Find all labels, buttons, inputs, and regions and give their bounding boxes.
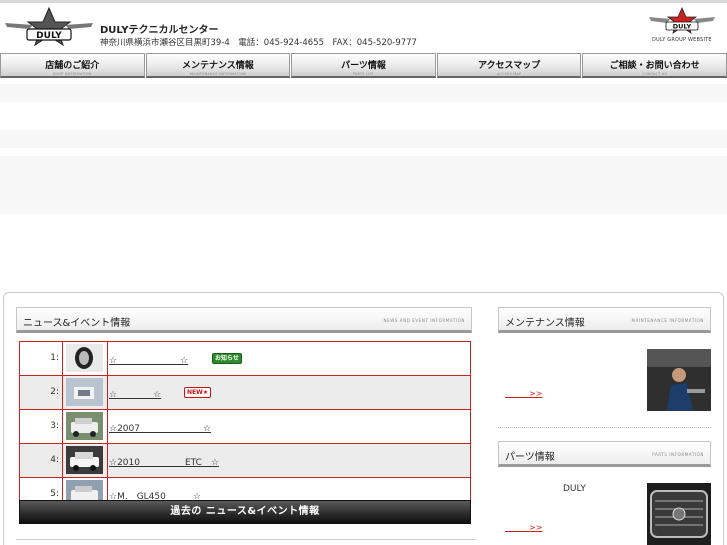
num-cell: 4: xyxy=(20,444,63,478)
maintenance-header: メンテナンス情報 MAINTENANCE INFORMATION xyxy=(498,307,711,333)
parts-thumbnail[interactable] xyxy=(66,378,103,406)
nav-label: メンテナンス情報 xyxy=(181,61,254,71)
nav-sub: SHOP INFORMATION xyxy=(53,72,92,76)
row-number: 5: xyxy=(50,489,59,499)
nav-shop-info[interactable]: 店舗のご紹介 SHOP INFORMATION xyxy=(0,53,145,78)
info-badge: お知らせ xyxy=(212,353,242,364)
row-number: 4: xyxy=(50,455,59,465)
nav-sub: CONTACT US xyxy=(642,72,667,76)
thumb-cell xyxy=(63,478,108,501)
thumb-cell xyxy=(63,342,108,376)
past-news-button[interactable]: 過去の ニュース&イベント情報 xyxy=(19,500,471,524)
parts-subtitle: PARTS INFORMATION xyxy=(652,452,704,457)
nav-maintenance[interactable]: メンテナンス情報 MAINTENANCE INFORMATION xyxy=(145,53,291,78)
page: DULY DULYテクニカルセンター 神奈川県横浜市瀬谷区目黒町39-4 電話：… xyxy=(0,0,727,545)
site-name: DULYテクニカルセンター xyxy=(100,25,219,36)
parts-more-link[interactable]: >> xyxy=(505,522,542,533)
nav-sub: PARTS LIST xyxy=(352,72,375,76)
thumb-cell xyxy=(63,410,108,444)
nav-contact[interactable]: ご相談・お問い合わせ CONTACT US xyxy=(582,53,727,78)
wheel-thumbnail[interactable] xyxy=(66,344,103,372)
row-number: 2: xyxy=(50,387,59,397)
news-row[interactable]: 4: ☆2010 ETC ☆ xyxy=(20,444,470,478)
row-number: 3: xyxy=(50,421,59,431)
news-row[interactable]: 1: ☆ ☆ お知らせ xyxy=(20,342,470,376)
divider xyxy=(16,539,476,540)
car-thumbnail[interactable] xyxy=(66,412,103,440)
parts-title: パーツ情報 xyxy=(505,452,555,463)
banner-band xyxy=(0,130,727,148)
news-link[interactable]: ☆ ☆ xyxy=(109,353,188,366)
duly-group-logo[interactable]: DULY xyxy=(648,7,716,35)
nav-parts[interactable]: パーツ情報 PARTS LIST xyxy=(291,53,436,78)
banner-band xyxy=(0,156,727,214)
main-nav: 店舗のご紹介 SHOP INFORMATION メンテナンス情報 MAINTEN… xyxy=(0,53,727,78)
news-subtitle: NEWS AND EVENT INFORMATION xyxy=(383,318,465,323)
num-cell: 1: xyxy=(20,342,63,376)
maintenance-subtitle: MAINTENANCE INFORMATION xyxy=(631,318,704,323)
nav-label: 店舗のご紹介 xyxy=(45,61,100,71)
logo-text: DULY xyxy=(36,31,62,41)
top-divider xyxy=(0,0,727,3)
parts-header: パーツ情報 PARTS INFORMATION xyxy=(498,441,711,467)
news-row[interactable]: 3: ☆2007 ☆ xyxy=(20,410,470,444)
group-site-label[interactable]: DULY GROUP WEBSITE xyxy=(652,37,712,43)
row-number: 1: xyxy=(50,353,59,363)
nav-access-map[interactable]: アクセスマップ ACCESS MAP xyxy=(436,53,582,78)
news-row[interactable]: 5: ☆M. GL450 ☆ xyxy=(20,478,470,501)
news-title: ニュース&イベント情報 xyxy=(23,318,131,329)
nav-label: ご相談・お問い合わせ xyxy=(609,61,700,71)
thumb-cell xyxy=(63,444,108,478)
parts-photo[interactable] xyxy=(647,483,711,545)
group-logo-text: DULY xyxy=(673,23,692,31)
new-badge: NEW★ xyxy=(184,387,212,398)
maintenance-photo[interactable] xyxy=(647,349,711,411)
news-header: ニュース&イベント情報 NEWS AND EVENT INFORMATION xyxy=(16,307,472,333)
news-row[interactable]: 2: ☆ ☆ NEW★ xyxy=(20,376,470,410)
news-list: 1: ☆ ☆ お知らせ 2: ☆ ☆ NEW★ 3: ☆2007 ☆ 4: ☆2… xyxy=(19,341,471,501)
nav-label: アクセスマップ xyxy=(477,61,541,71)
num-cell: 5: xyxy=(20,478,63,500)
news-link[interactable]: ☆2010 ETC ☆ xyxy=(109,455,219,468)
news-link[interactable]: ☆2007 ☆ xyxy=(109,421,211,434)
maintenance-more-link[interactable]: >> xyxy=(505,388,542,399)
num-cell: 3: xyxy=(20,410,63,444)
dotted-divider xyxy=(498,427,711,428)
thumb-cell xyxy=(63,376,108,410)
address: 神奈川県横浜市瀬谷区目黒町39-4 電話：045-924-4655 FAX：04… xyxy=(100,38,417,48)
duly-logo[interactable]: DULY xyxy=(3,7,95,47)
banner-band xyxy=(0,84,727,102)
maintenance-title: メンテナンス情報 xyxy=(505,318,585,329)
nav-sub: MAINTENANCE INFORMATION xyxy=(189,72,246,76)
car-thumbnail[interactable] xyxy=(66,480,103,501)
news-link[interactable]: ☆ ☆ xyxy=(109,387,161,400)
car-thumbnail[interactable] xyxy=(66,446,103,474)
nav-label: パーツ情報 xyxy=(341,61,386,71)
nav-sub: ACCESS MAP xyxy=(496,72,522,76)
parts-text: DULY xyxy=(563,484,586,494)
num-cell: 2: xyxy=(20,376,63,410)
